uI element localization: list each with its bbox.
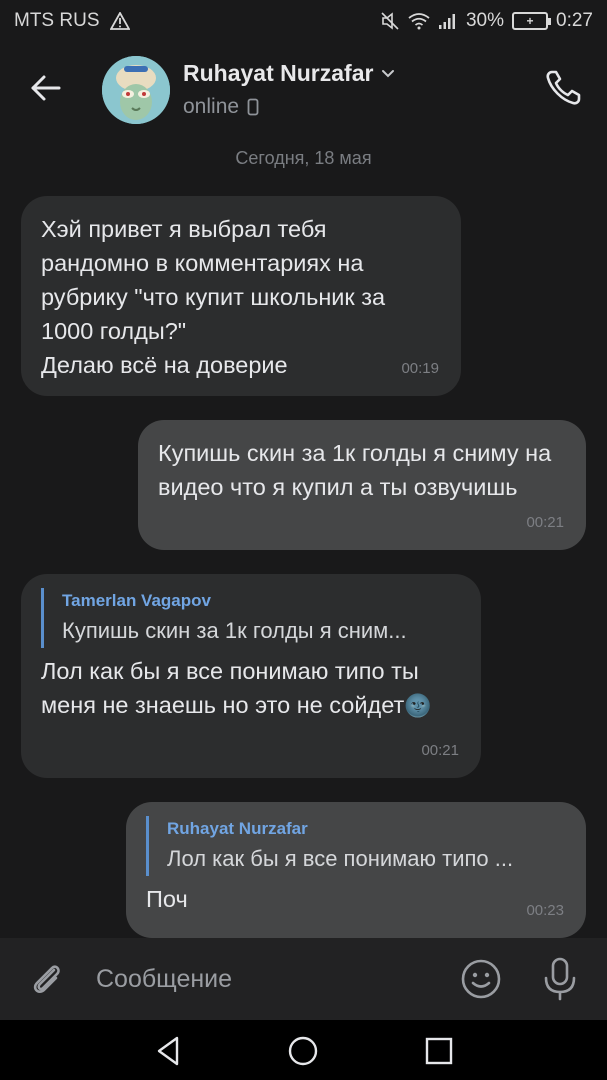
chat-header: Ruhayat Nurzafar online (0, 42, 607, 142)
online-status-text: online (183, 95, 240, 118)
chevron-down-icon (382, 69, 395, 77)
message-time: 00:23 (526, 902, 564, 919)
microphone-icon[interactable] (540, 956, 580, 1002)
reply-text: Лол как бы я все понимаю типо ... (167, 846, 514, 871)
message-text: Лол как бы я все понимаю типо ты меня не… (41, 658, 419, 718)
reply-author: Tamerlan Vagapov (62, 591, 211, 610)
message-composer (0, 938, 607, 1020)
avatar[interactable] (102, 56, 170, 124)
battery-percent: 30% (465, 10, 505, 31)
status-time: 0:27 (556, 10, 593, 31)
contact-info[interactable]: Ruhayat Nurzafar online (183, 60, 395, 119)
contact-status: online (183, 95, 395, 119)
message-bubble-outgoing[interactable]: Купишь скин за 1к голды я сниму на видео… (138, 420, 586, 550)
mobile-device-icon (247, 98, 259, 116)
reply-text: Купишь скин за 1к голды я сним... (62, 618, 407, 643)
message-bubble-outgoing[interactable]: Ruhayat Nurzafar Лол как бы я все понима… (126, 802, 586, 938)
nav-home-icon[interactable] (286, 1034, 320, 1068)
message-input[interactable] (96, 960, 436, 998)
battery-icon: + (512, 12, 552, 30)
nav-recents-icon[interactable] (422, 1034, 456, 1068)
reply-quote[interactable]: Ruhayat Nurzafar Лол как бы я все понима… (146, 816, 566, 876)
message-bubble-incoming[interactable]: Хэй привет я выбрал тебя рандомно в комм… (21, 196, 461, 396)
message-text: Купишь скин за 1к голды я сниму на видео… (158, 440, 552, 500)
phone-call-icon[interactable] (543, 68, 583, 108)
message-time: 00:21 (526, 514, 564, 531)
carrier-name: MTS RUS (14, 10, 100, 31)
message-text: Хэй привет я выбрал тебя рандомно в комм… (41, 216, 386, 378)
message-text: Поч (146, 886, 188, 912)
date-separator: Сегодня, 18 мая (235, 148, 372, 168)
signal-icon (438, 14, 455, 29)
message-time: 00:21 (421, 742, 459, 759)
wifi-icon (408, 13, 430, 30)
status-bar: MTS RUS 30% + 0:27 (0, 0, 607, 42)
back-arrow-icon[interactable] (28, 70, 64, 106)
nav-back-icon[interactable] (152, 1034, 186, 1068)
contact-name-text: Ruhayat Nurzafar (183, 60, 374, 86)
message-time: 00:19 (401, 360, 439, 377)
paperclip-icon[interactable] (26, 958, 66, 998)
system-navigation-bar (0, 1020, 607, 1080)
reply-author: Ruhayat Nurzafar (167, 819, 308, 838)
message-text-wrap: Лол как бы я все понимаю типо ты меня не… (41, 654, 461, 723)
new-moon-emoji: 🌚 (404, 693, 432, 718)
reply-quote[interactable]: Tamerlan Vagapov Купишь скин за 1к голды… (41, 588, 461, 648)
contact-name: Ruhayat Nurzafar (183, 60, 395, 87)
emoji-smile-icon[interactable] (460, 958, 502, 1000)
warning-icon (109, 12, 130, 30)
message-bubble-incoming[interactable]: Tamerlan Vagapov Купишь скин за 1к голды… (21, 574, 481, 778)
mute-icon (381, 12, 399, 30)
